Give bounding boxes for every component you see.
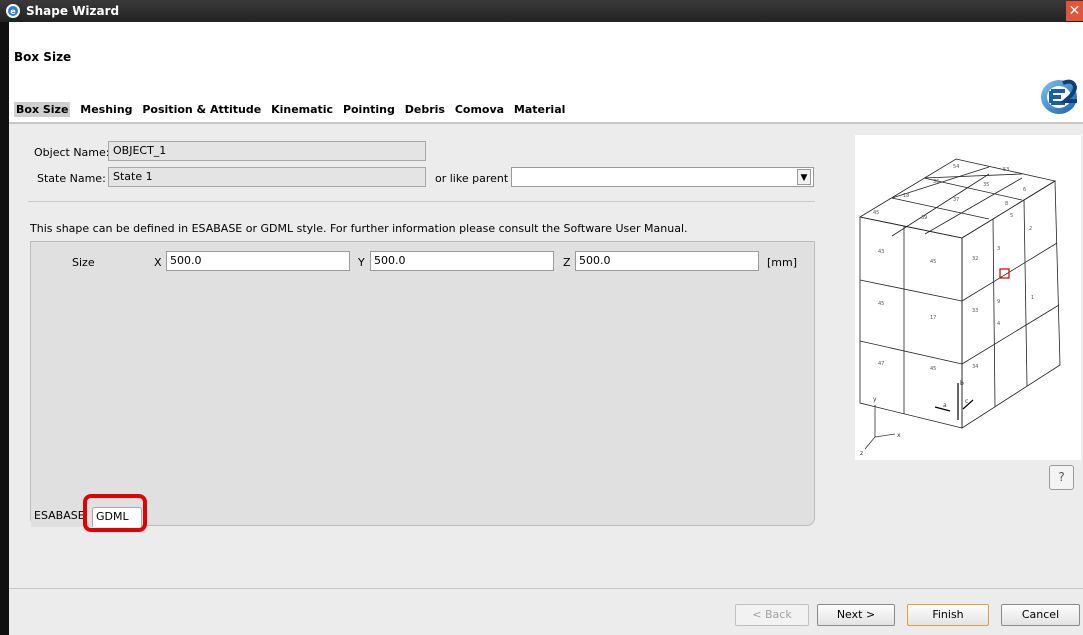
window-left-edge [0, 22, 9, 635]
svg-text:6: 6 [1023, 187, 1026, 193]
svg-text:2: 2 [1029, 226, 1032, 232]
size-unit: [mm] [767, 256, 798, 269]
svg-text:54: 54 [953, 164, 959, 170]
header-separator [9, 122, 1083, 124]
size-y-label: Y [358, 256, 365, 269]
size-z-label: Z [563, 256, 571, 269]
next-button[interactable]: Next > [817, 604, 895, 626]
page-title: Box Size [14, 50, 72, 64]
svg-text:53: 53 [1003, 167, 1009, 173]
step-position-attitude[interactable]: Position & Attitude [142, 103, 261, 116]
object-name-label: Object Name: [34, 146, 110, 159]
svg-text:32: 32 [972, 256, 978, 262]
svg-text:e: e [10, 7, 16, 16]
size-x-label: X [154, 256, 162, 269]
app-icon: e [6, 4, 20, 18]
state-name-label: State Name: [37, 172, 106, 185]
like-parent-select[interactable] [511, 167, 814, 187]
svg-text:33: 33 [972, 308, 978, 314]
finish-button[interactable]: Finish [907, 604, 989, 626]
chevron-down-icon[interactable]: ▼ [797, 169, 811, 185]
svg-text:45: 45 [930, 259, 936, 265]
size-label: Size [72, 256, 95, 269]
svg-text:z: z [860, 450, 863, 457]
svg-text:1: 1 [1031, 295, 1034, 301]
svg-text:y: y [873, 396, 877, 403]
size-y-input[interactable]: 500.0 [370, 251, 554, 271]
cancel-button[interactable]: Cancel [1001, 604, 1080, 626]
wizard-steps: Box Size Meshing Position & Attitude Kin… [14, 102, 571, 117]
size-z-input[interactable]: 500.0 [575, 251, 759, 271]
svg-text:c: c [965, 398, 968, 405]
svg-text:5: 5 [1010, 213, 1013, 219]
svg-text:39: 39 [921, 215, 927, 221]
step-kinematic[interactable]: Kinematic [271, 103, 333, 116]
help-button[interactable]: ? [1049, 465, 1074, 490]
svg-text:8: 8 [1005, 201, 1008, 207]
svg-text:17: 17 [930, 315, 936, 321]
divider [28, 201, 815, 202]
step-meshing[interactable]: Meshing [80, 103, 132, 116]
step-comova[interactable]: Comova [455, 103, 504, 116]
gdml-highlight-box [83, 494, 147, 532]
box-mesh-diagram: 54 53 36 356 18378 4539 5 4345 32 32 451733 … [858, 158, 1061, 457]
svg-text:x: x [897, 432, 901, 439]
info-text: This shape can be defined in ESABASE or … [30, 222, 688, 235]
box-illustration: 54 53 36 35 6 18 37 8 45 39 5 43 45 32 32 45 17 33 … [855, 135, 1081, 460]
svg-text:4: 4 [997, 321, 1000, 327]
svg-text:34: 34 [972, 364, 978, 370]
svg-text:45: 45 [873, 210, 879, 216]
window-title: Shape Wizard [26, 4, 120, 18]
back-button[interactable]: < Back [735, 604, 809, 626]
svg-text:43: 43 [878, 249, 884, 255]
footer-separator [9, 588, 1083, 589]
close-button[interactable]: ✕ [1066, 1, 1083, 21]
svg-text:35: 35 [983, 182, 989, 188]
svg-text:37: 37 [953, 197, 959, 203]
svg-text:45: 45 [930, 366, 936, 372]
state-name-field: State 1 [108, 167, 426, 187]
like-parent-label: or like parent [435, 172, 509, 185]
step-material[interactable]: Material [514, 103, 565, 116]
title-bar [0, 0, 1083, 22]
svg-text:18: 18 [903, 193, 909, 199]
svg-text:36: 36 [933, 179, 939, 185]
step-debris[interactable]: Debris [405, 103, 445, 116]
definition-panel [30, 241, 815, 526]
svg-text:47: 47 [878, 361, 884, 367]
step-box-size[interactable]: Box Size [14, 102, 71, 117]
step-pointing[interactable]: Pointing [343, 103, 395, 116]
e2-logo-icon [1041, 79, 1078, 114]
svg-text:45: 45 [878, 301, 884, 307]
svg-text:a: a [943, 402, 947, 409]
svg-text:b: b [960, 380, 964, 387]
size-x-input[interactable]: 500.0 [166, 251, 350, 271]
svg-text:9: 9 [997, 299, 1000, 305]
svg-text:3: 3 [997, 246, 1000, 252]
object-name-field: OBJECT_1 [108, 141, 426, 161]
